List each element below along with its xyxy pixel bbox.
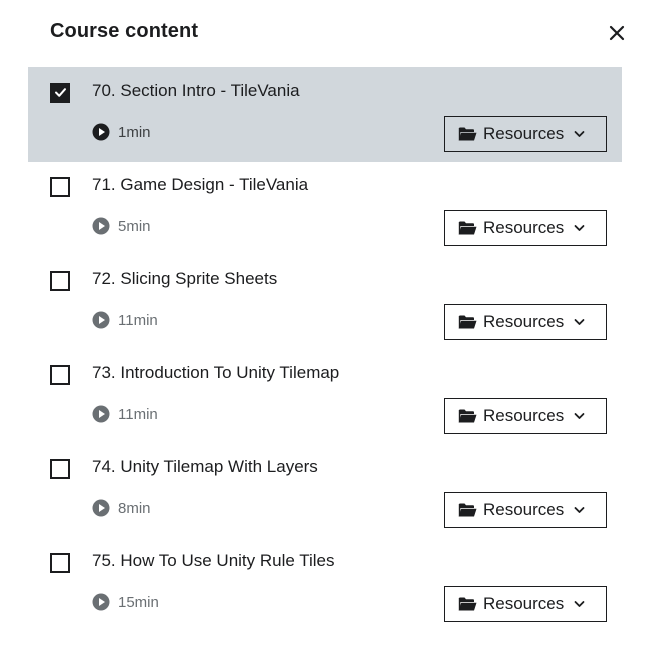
lecture-duration: 8min bbox=[92, 499, 151, 517]
lecture-item[interactable]: 70. Section Intro - TileVania 1min Resourc… bbox=[28, 68, 622, 162]
lecture-duration: 11min bbox=[92, 405, 158, 423]
lecture-checkbox[interactable] bbox=[50, 553, 70, 573]
duration-label: 11min bbox=[118, 311, 158, 329]
folder-open-icon bbox=[458, 597, 477, 611]
resources-button[interactable]: Resources bbox=[444, 398, 607, 434]
lecture-checkbox[interactable] bbox=[50, 365, 70, 385]
lecture-item[interactable]: 71. Game Design - TileVania 5min Resources bbox=[28, 162, 622, 256]
duration-label: 11min bbox=[118, 405, 158, 423]
folder-open-icon bbox=[458, 315, 477, 329]
lecture-checkbox[interactable] bbox=[50, 459, 70, 479]
chevron-down-icon bbox=[574, 507, 585, 513]
chevron-down-icon bbox=[574, 225, 585, 231]
folder-open-icon bbox=[458, 503, 477, 517]
lecture-title: 73. Introduction To Unity Tilemap bbox=[92, 363, 340, 382]
chevron-down-icon bbox=[574, 319, 585, 325]
resources-button[interactable]: Resources bbox=[444, 586, 607, 622]
check-icon bbox=[55, 88, 66, 97]
resources-button[interactable]: Resources bbox=[444, 304, 607, 340]
panel-title: Course content bbox=[50, 20, 199, 42]
folder-open-icon bbox=[458, 409, 477, 423]
resources-label: Resources bbox=[483, 594, 565, 613]
duration-label: 5min bbox=[118, 217, 151, 235]
play-circle-icon bbox=[92, 405, 110, 423]
lecture-title: 70. Section Intro - TileVania bbox=[92, 81, 300, 100]
lecture-title: 72. Slicing Sprite Sheets bbox=[92, 269, 278, 288]
lecture-title: 75. How To Use Unity Rule Tiles bbox=[92, 551, 335, 570]
lecture-duration: 15min bbox=[92, 593, 159, 611]
resources-label: Resources bbox=[483, 218, 565, 237]
play-circle-icon bbox=[92, 217, 110, 235]
play-circle-icon bbox=[92, 593, 110, 611]
lecture-title: 74. Unity Tilemap With Layers bbox=[92, 457, 318, 476]
lecture-item[interactable]: 74. Unity Tilemap With Layers 8min Resourc… bbox=[28, 444, 622, 538]
lecture-duration: 1min bbox=[92, 123, 151, 141]
lecture-item[interactable]: 75. How To Use Unity Rule Tiles 15min Reso… bbox=[28, 538, 622, 632]
chevron-down-icon bbox=[574, 413, 585, 419]
lecture-duration: 11min bbox=[92, 311, 158, 329]
resources-button[interactable]: Resources bbox=[444, 116, 607, 152]
lecture-list: 70. Section Intro - TileVania 1min Resourc… bbox=[28, 68, 622, 632]
close-button[interactable] bbox=[604, 20, 630, 46]
lecture-duration: 5min bbox=[92, 217, 151, 235]
lecture-item[interactable]: 73. Introduction To Unity Tilemap 11min Re… bbox=[28, 350, 622, 444]
close-icon bbox=[609, 25, 625, 41]
play-circle-icon bbox=[92, 123, 110, 141]
resources-button[interactable]: Resources bbox=[444, 492, 607, 528]
folder-open-icon bbox=[458, 127, 477, 141]
lecture-checkbox[interactable] bbox=[50, 177, 70, 197]
folder-open-icon bbox=[458, 221, 477, 235]
lecture-title: 71. Game Design - TileVania bbox=[92, 175, 309, 194]
resources-label: Resources bbox=[483, 312, 565, 331]
lecture-checkbox[interactable] bbox=[50, 83, 70, 103]
resources-button[interactable]: Resources bbox=[444, 210, 607, 246]
chevron-down-icon bbox=[574, 601, 585, 607]
play-circle-icon bbox=[92, 499, 110, 517]
panel-header: Course content bbox=[0, 0, 650, 68]
play-circle-icon bbox=[92, 311, 110, 329]
duration-label: 15min bbox=[118, 593, 159, 611]
course-content-panel: Course content 70. Section Intro - TileV… bbox=[0, 0, 650, 650]
resources-label: Resources bbox=[483, 500, 565, 519]
resources-label: Resources bbox=[483, 406, 565, 425]
chevron-down-icon bbox=[574, 131, 585, 137]
lecture-item[interactable]: 72. Slicing Sprite Sheets 11min Resources bbox=[28, 256, 622, 350]
duration-label: 1min bbox=[118, 123, 151, 141]
duration-label: 8min bbox=[118, 499, 151, 517]
lecture-checkbox[interactable] bbox=[50, 271, 70, 291]
resources-label: Resources bbox=[483, 124, 565, 143]
